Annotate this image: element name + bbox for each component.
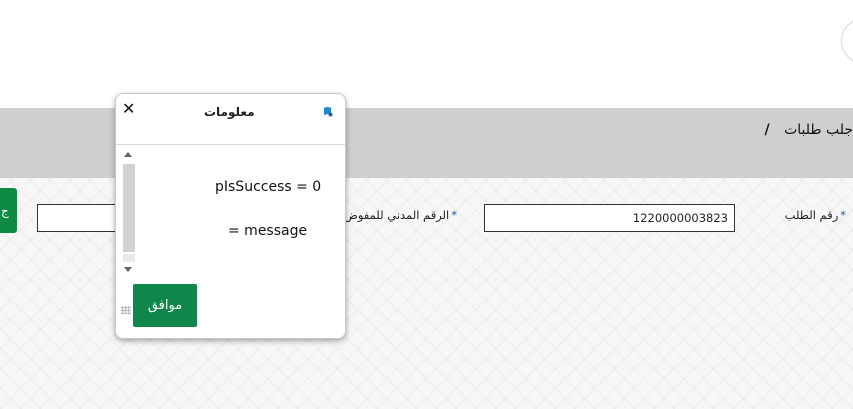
fetch-button-label: ج xyxy=(1,203,9,218)
info-dialog: ✕ معلومات pIsSuccess = 0 = message موافق xyxy=(115,93,346,339)
close-icon[interactable]: ✕ xyxy=(122,101,135,117)
resize-grip-icon[interactable] xyxy=(121,306,131,314)
civil-id-label: *الرقم المدني للمفوض xyxy=(345,208,457,222)
request-number-label: *رقم الطلب xyxy=(785,208,846,222)
dialog-message-line: = message xyxy=(228,223,308,239)
dialog-title: معلومات xyxy=(204,105,255,119)
scroll-track xyxy=(123,254,135,262)
dialog-divider xyxy=(116,144,345,145)
breadcrumb: جلب طلبات / xyxy=(764,122,853,138)
civil-id-label-text: الرقم المدني للمفوض xyxy=(345,208,450,222)
request-number-value: 1220000003823 xyxy=(632,211,728,225)
request-number-field[interactable]: 1220000003823 xyxy=(484,204,735,232)
avatar[interactable] xyxy=(841,18,853,64)
breadcrumb-title: جلب طلبات xyxy=(784,122,853,138)
info-bubble-icon xyxy=(324,107,333,117)
required-marker: * xyxy=(451,208,457,222)
scroll-thumb[interactable] xyxy=(123,164,135,252)
scroll-up-arrow-icon[interactable] xyxy=(124,152,132,157)
required-marker: * xyxy=(840,208,846,222)
dialog-scrollbar[interactable] xyxy=(122,150,136,274)
request-number-label-text: رقم الطلب xyxy=(784,208,839,222)
breadcrumb-separator: / xyxy=(764,122,770,138)
ok-button[interactable]: موافق xyxy=(133,284,197,327)
scroll-down-arrow-icon[interactable] xyxy=(124,267,132,272)
fetch-button[interactable]: ج xyxy=(0,188,17,233)
dialog-message-line: pIsSuccess = 0 xyxy=(215,179,322,195)
